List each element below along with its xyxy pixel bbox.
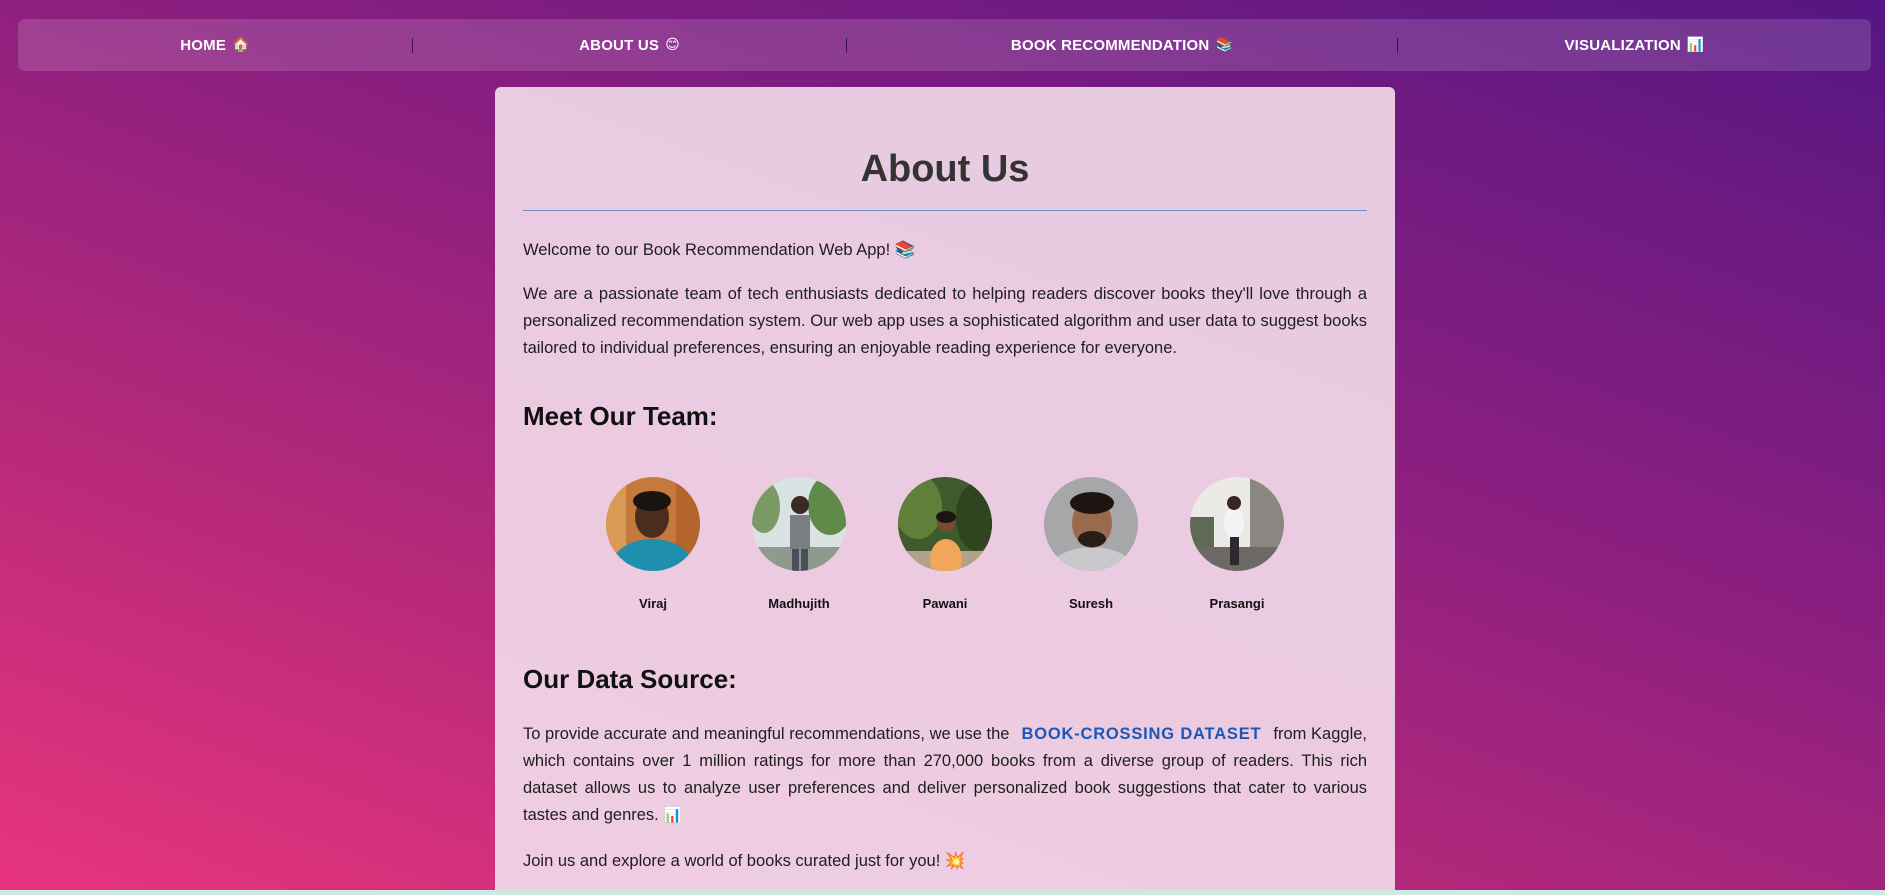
member-name: Prasangi bbox=[1209, 596, 1265, 611]
nav-home-label: HOME bbox=[180, 36, 227, 54]
member-name: Madhujith bbox=[768, 596, 830, 611]
avatar bbox=[1044, 477, 1138, 571]
house-icon: 🏠 bbox=[232, 37, 250, 53]
intro-paragraph: We are a passionate team of tech enthusi… bbox=[523, 285, 1367, 357]
avatar bbox=[606, 477, 700, 571]
books-icon: 📚 bbox=[1215, 37, 1234, 53]
page-title: About Us bbox=[860, 148, 1030, 190]
nav-book-recommendation[interactable]: BOOK RECOMMENDATION 📚 bbox=[847, 19, 1397, 71]
avatar bbox=[752, 477, 846, 571]
avatar bbox=[898, 477, 992, 571]
title-divider bbox=[523, 210, 1367, 211]
data-source-text-before: To provide accurate and meaningful recom… bbox=[523, 725, 1010, 743]
bottom-strip bbox=[0, 890, 1885, 895]
team-member-pawani: Pawani bbox=[898, 477, 992, 611]
data-source-paragraph: To provide accurate and meaningful recom… bbox=[523, 721, 1367, 829]
member-name: Pawani bbox=[922, 596, 968, 611]
team-member-prasangi: Prasangi bbox=[1190, 477, 1284, 611]
about-card: About Us Welcome to our Book Recommendat… bbox=[495, 87, 1395, 890]
nav-home[interactable]: HOME 🏠 bbox=[18, 19, 412, 71]
welcome-text: Welcome to our Book Recommendation Web A… bbox=[523, 241, 916, 259]
bar-chart-icon: 📊 bbox=[1686, 37, 1705, 53]
team-member-viraj: Viraj bbox=[606, 477, 700, 611]
team-heading: Meet Our Team: bbox=[523, 401, 718, 431]
nav-visualization-label: VISUALIZATION bbox=[1564, 36, 1681, 54]
avatar bbox=[1190, 477, 1284, 571]
nav-about-us[interactable]: ABOUT US 😊 bbox=[413, 19, 846, 71]
bar-chart-icon: 📊 bbox=[663, 806, 683, 824]
team-member-madhujith: Madhujith bbox=[752, 477, 846, 611]
team-list: Viraj Madhujith Pawani Suresh Prasangi bbox=[523, 477, 1367, 611]
member-name: Suresh bbox=[1068, 596, 1114, 611]
member-name: Viraj bbox=[639, 596, 667, 611]
data-source-heading: Our Data Source: bbox=[523, 664, 737, 694]
nav-about-us-label: ABOUT US bbox=[579, 36, 660, 54]
nav-book-recommendation-label: BOOK RECOMMENDATION bbox=[1010, 36, 1210, 54]
team-member-suresh: Suresh bbox=[1044, 477, 1138, 611]
join-text: Join us and explore a world of books cur… bbox=[523, 852, 966, 870]
nav-visualization[interactable]: VISUALIZATION 📊 bbox=[1398, 19, 1871, 71]
top-navigation-bar: HOME 🏠 ABOUT US 😊 BOOK RECOMMENDATION 📚 … bbox=[18, 19, 1871, 71]
smiley-icon: 😊 bbox=[665, 37, 680, 53]
book-crossing-dataset-link[interactable]: BOOK-CROSSING DATASET bbox=[1022, 725, 1262, 743]
